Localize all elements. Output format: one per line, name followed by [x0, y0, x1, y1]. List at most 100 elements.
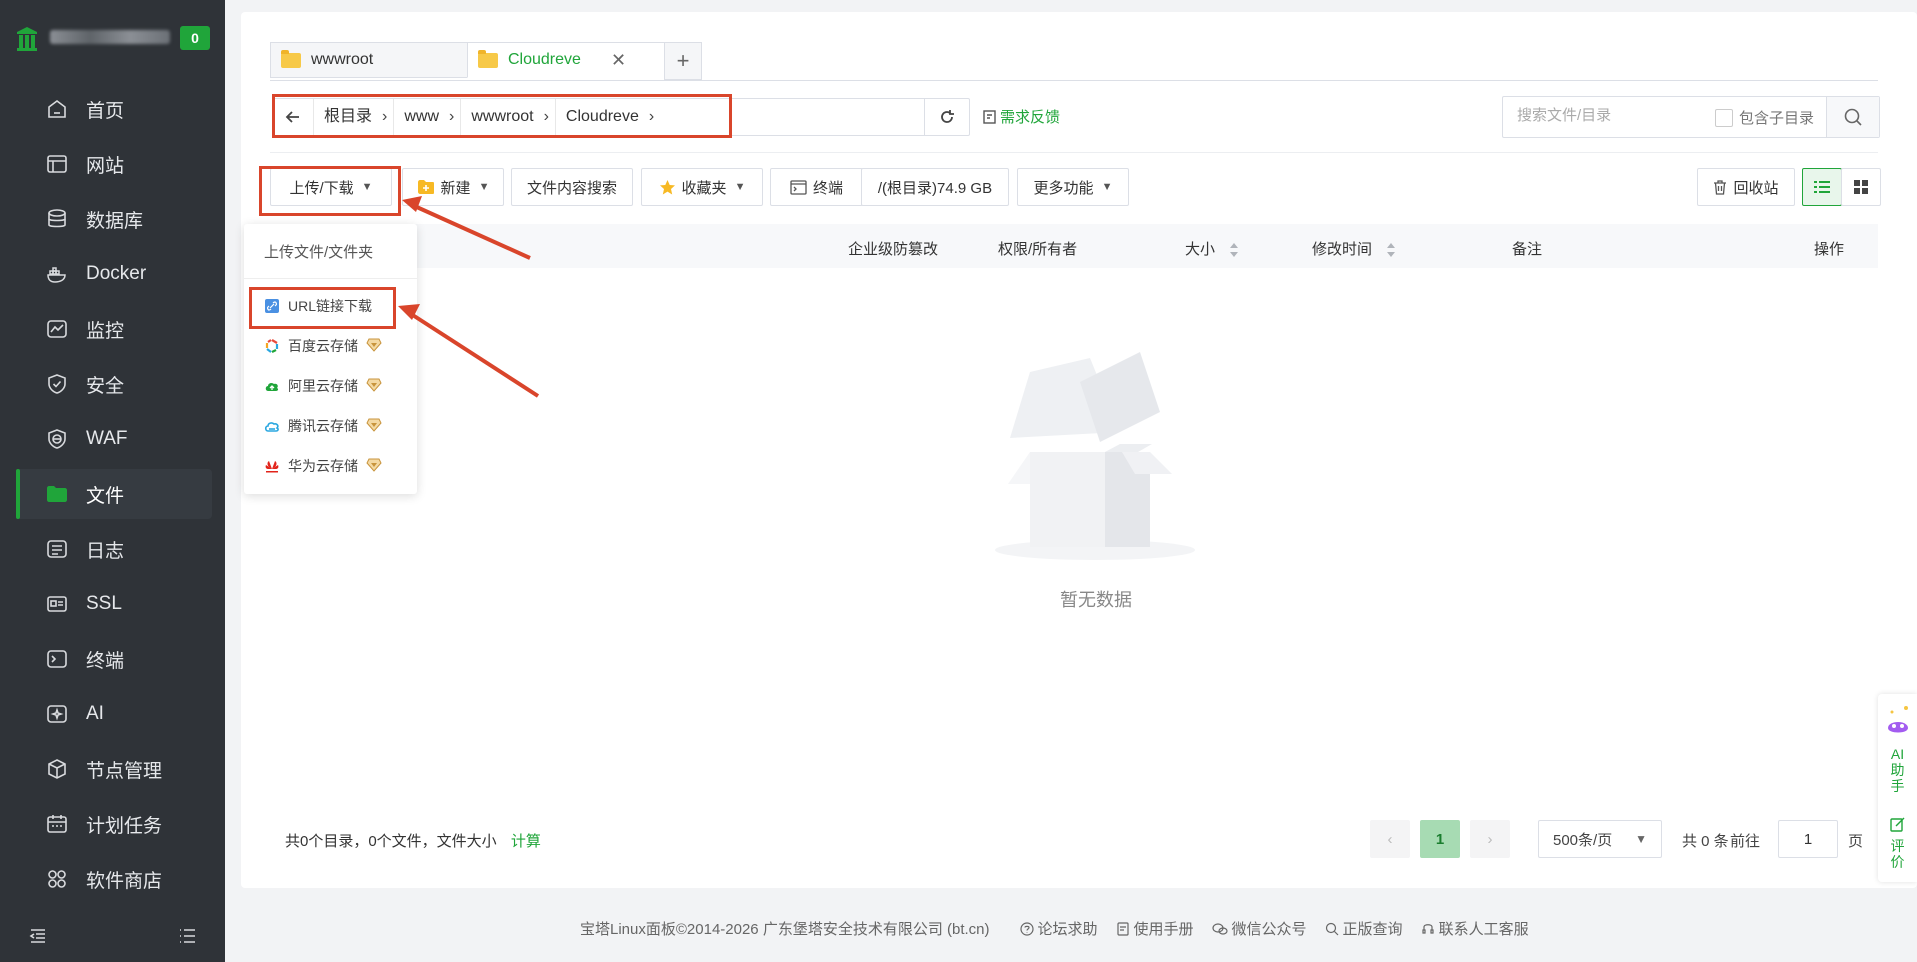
sidebar-item-label: AI: [86, 703, 104, 724]
contact-support-link[interactable]: 联系人工客服: [1421, 918, 1529, 939]
support-icon: [1421, 923, 1434, 934]
huawei-cloud-icon: [264, 458, 280, 474]
ai-mascot-icon: [1888, 706, 1908, 733]
checkbox-box: [1715, 108, 1733, 127]
col-modified-label: 修改时间: [1312, 241, 1373, 258]
annotation-path-highlight: [272, 94, 732, 138]
message-badge[interactable]: 0: [180, 26, 210, 50]
page-size-select[interactable]: 500条/页 ▼: [1538, 820, 1662, 858]
license-check-link[interactable]: 正版查询: [1325, 918, 1403, 939]
folder-icon: [44, 481, 70, 507]
aliyun-cloud-icon: [264, 378, 280, 394]
disk-usage-label: /(根目录)74.9 GB: [877, 179, 993, 197]
feedback-link[interactable]: 需求反馈: [982, 106, 1060, 127]
page-1-button[interactable]: 1: [1420, 820, 1460, 858]
sidebar-item-cron[interactable]: 计划任务: [16, 799, 212, 849]
ai-assistant-float[interactable]: AI 助 手 评 价: [1878, 694, 1917, 882]
sidebar-item-website[interactable]: 网站: [16, 139, 212, 189]
sidebar-item-label: 文件: [86, 485, 125, 507]
include-subdir-checkbox[interactable]: 包含子目录: [1715, 107, 1814, 128]
disk-usage-button[interactable]: /(根目录)74.9 GB: [861, 168, 1009, 206]
terminal-icon: [44, 646, 70, 672]
sidebar-item-label: WAF: [86, 428, 128, 449]
huawei-cloud-item[interactable]: 华为云存储: [264, 456, 382, 476]
sidebar-item-files[interactable]: 文件: [16, 469, 212, 519]
refresh-icon[interactable]: [924, 99, 969, 135]
col-size[interactable]: 大小: [1185, 238, 1239, 259]
tab-label: Cloudreve: [508, 51, 581, 68]
sidebar-item-label: 终端: [86, 650, 125, 672]
aliyun-cloud-item[interactable]: 阿里云存储: [264, 376, 382, 396]
manual-link[interactable]: 使用手册: [1116, 918, 1194, 939]
sort-icon[interactable]: [1229, 242, 1239, 258]
empty-box-illustration: [995, 352, 1195, 560]
sidebar-item-docker[interactable]: Docker: [16, 249, 212, 299]
recycle-bin-button[interactable]: 回收站: [1697, 168, 1795, 206]
tencent-cloud-item[interactable]: 腾讯云存储: [264, 416, 382, 436]
node-icon: [44, 756, 70, 782]
review-edit-icon: [1890, 817, 1905, 832]
forum-help-link[interactable]: 论坛求助: [1019, 918, 1098, 939]
wechat-link[interactable]: 微信公众号: [1211, 918, 1307, 939]
include-subdir-label: 包含子目录: [1739, 110, 1815, 127]
tab-cloudreve[interactable]: Cloudreve ✕: [467, 42, 665, 78]
terminal-label: 终端: [812, 179, 843, 197]
wechat-icon: [1211, 922, 1228, 935]
edit-icon: [983, 109, 996, 124]
list-view-button[interactable]: [1802, 168, 1842, 206]
shield-icon: [44, 371, 70, 397]
sidebar-item-label: 安全: [86, 375, 125, 397]
sidebar-item-terminal[interactable]: 终端: [16, 634, 212, 684]
upload-files-folder-item[interactable]: 上传文件/文件夹: [264, 241, 373, 262]
tab-wwwroot[interactable]: wwwroot: [270, 42, 468, 78]
sidebar-item-waf[interactable]: WAF: [16, 414, 212, 464]
prev-page-button[interactable]: ‹: [1370, 820, 1410, 858]
sidebar-item-ssl[interactable]: SSL: [16, 579, 212, 629]
sidebar-item-logs[interactable]: 日志: [16, 524, 212, 574]
sidebar-item-security[interactable]: 安全: [16, 359, 212, 409]
section-divider: [270, 152, 1878, 153]
search-button[interactable]: [1826, 97, 1879, 137]
file-search: 包含子目录: [1502, 96, 1880, 138]
sidebar-item-label: 计划任务: [86, 815, 163, 837]
grid-view-button[interactable]: [1841, 168, 1881, 206]
more-functions-button[interactable]: 更多功能 ▼: [1017, 168, 1129, 206]
premium-gem-icon: [366, 458, 382, 475]
collapse-menu-icon[interactable]: [28, 926, 48, 946]
sort-icon[interactable]: [1386, 242, 1396, 258]
close-icon[interactable]: ✕: [611, 50, 626, 71]
sidebar-item-label: Docker: [86, 263, 147, 284]
terminal-button[interactable]: 终端: [770, 168, 863, 206]
col-remark: 备注: [1512, 241, 1543, 258]
favorites-button[interactable]: 收藏夹 ▼: [641, 168, 763, 206]
sidebar-item-nodes[interactable]: 节点管理: [16, 744, 212, 794]
sidebar-item-home[interactable]: 首页: [16, 84, 212, 134]
sidebar-item-label: 数据库: [86, 210, 144, 232]
contact-support-label: 联系人工客服: [1438, 921, 1529, 938]
website-icon: [44, 151, 70, 177]
next-page-button[interactable]: ›: [1470, 820, 1510, 858]
sidebar-item-store[interactable]: 软件商店: [16, 854, 212, 904]
goto-label: 前往: [1730, 833, 1761, 850]
manual-label: 使用手册: [1133, 921, 1194, 938]
monitor-icon: [44, 316, 70, 342]
col-modified-time[interactable]: 修改时间: [1312, 238, 1396, 259]
grid-view-icon: [1854, 180, 1868, 194]
sidebar-item-label: 监控: [86, 320, 125, 342]
calculate-size-link[interactable]: 计算: [511, 833, 541, 850]
waf-icon: [44, 426, 70, 452]
search-input[interactable]: [1515, 106, 1699, 125]
review-label-1: 评: [1890, 838, 1905, 854]
baidu-cloud-item[interactable]: 百度云存储: [264, 336, 382, 356]
page-size-value: 500条/页: [1553, 831, 1613, 849]
add-tab-button[interactable]: +: [664, 42, 702, 80]
recycle-bin-label: 回收站: [1733, 179, 1779, 197]
tencent-cloud-icon: [264, 418, 280, 434]
sidebar-item-ai[interactable]: AI: [16, 689, 212, 739]
sidebar-item-monitor[interactable]: 监控: [16, 304, 212, 354]
goto-page-input[interactable]: [1778, 820, 1838, 858]
sidebar-item-database[interactable]: 数据库: [16, 194, 212, 244]
license-check-icon: [1325, 922, 1338, 935]
chevron-right-icon: ›: [1487, 830, 1493, 848]
list-menu-icon[interactable]: [178, 926, 198, 946]
